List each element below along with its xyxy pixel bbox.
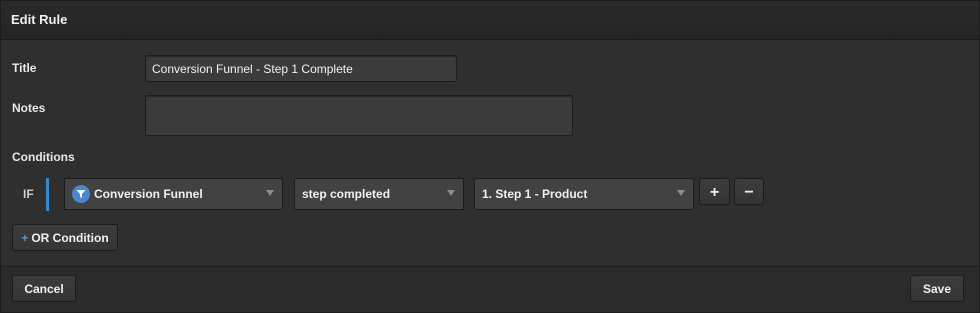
conditions-label: Conditions <box>12 150 75 164</box>
remove-condition-button[interactable]: − <box>734 178 764 205</box>
dialog-footer <box>1 266 979 312</box>
save-button[interactable]: Save <box>910 275 964 302</box>
chevron-down-icon <box>266 190 274 196</box>
or-condition-button[interactable]: + OR Condition <box>12 224 118 251</box>
cancel-button[interactable]: Cancel <box>12 275 76 302</box>
plus-icon: + <box>21 231 29 245</box>
notes-label: Notes <box>12 101 46 115</box>
dialog-title: Edit Rule <box>11 12 68 27</box>
condition-event-value: step completed <box>302 187 391 201</box>
add-condition-button[interactable]: + <box>699 178 730 205</box>
notes-textarea[interactable] <box>145 95 573 136</box>
if-operator-label: IF <box>23 187 34 201</box>
condition-value-text: 1. Step 1 - Product <box>482 187 588 201</box>
condition-value-select[interactable]: 1. Step 1 - Product <box>474 178 694 210</box>
condition-source-select[interactable]: Conversion Funnel <box>64 178 283 210</box>
dialog-header: Edit Rule <box>1 1 979 40</box>
chevron-down-icon <box>447 190 455 196</box>
condition-group-bar <box>46 178 49 211</box>
edit-rule-dialog: Edit Rule Title Notes Conditions IF Conv… <box>0 0 980 313</box>
condition-event-select[interactable]: step completed <box>294 178 464 210</box>
title-input[interactable] <box>145 55 457 82</box>
or-condition-label: OR Condition <box>31 231 109 245</box>
condition-source-value: Conversion Funnel <box>94 187 203 201</box>
funnel-icon <box>72 185 90 203</box>
chevron-down-icon <box>677 190 685 196</box>
title-label: Title <box>12 61 37 75</box>
